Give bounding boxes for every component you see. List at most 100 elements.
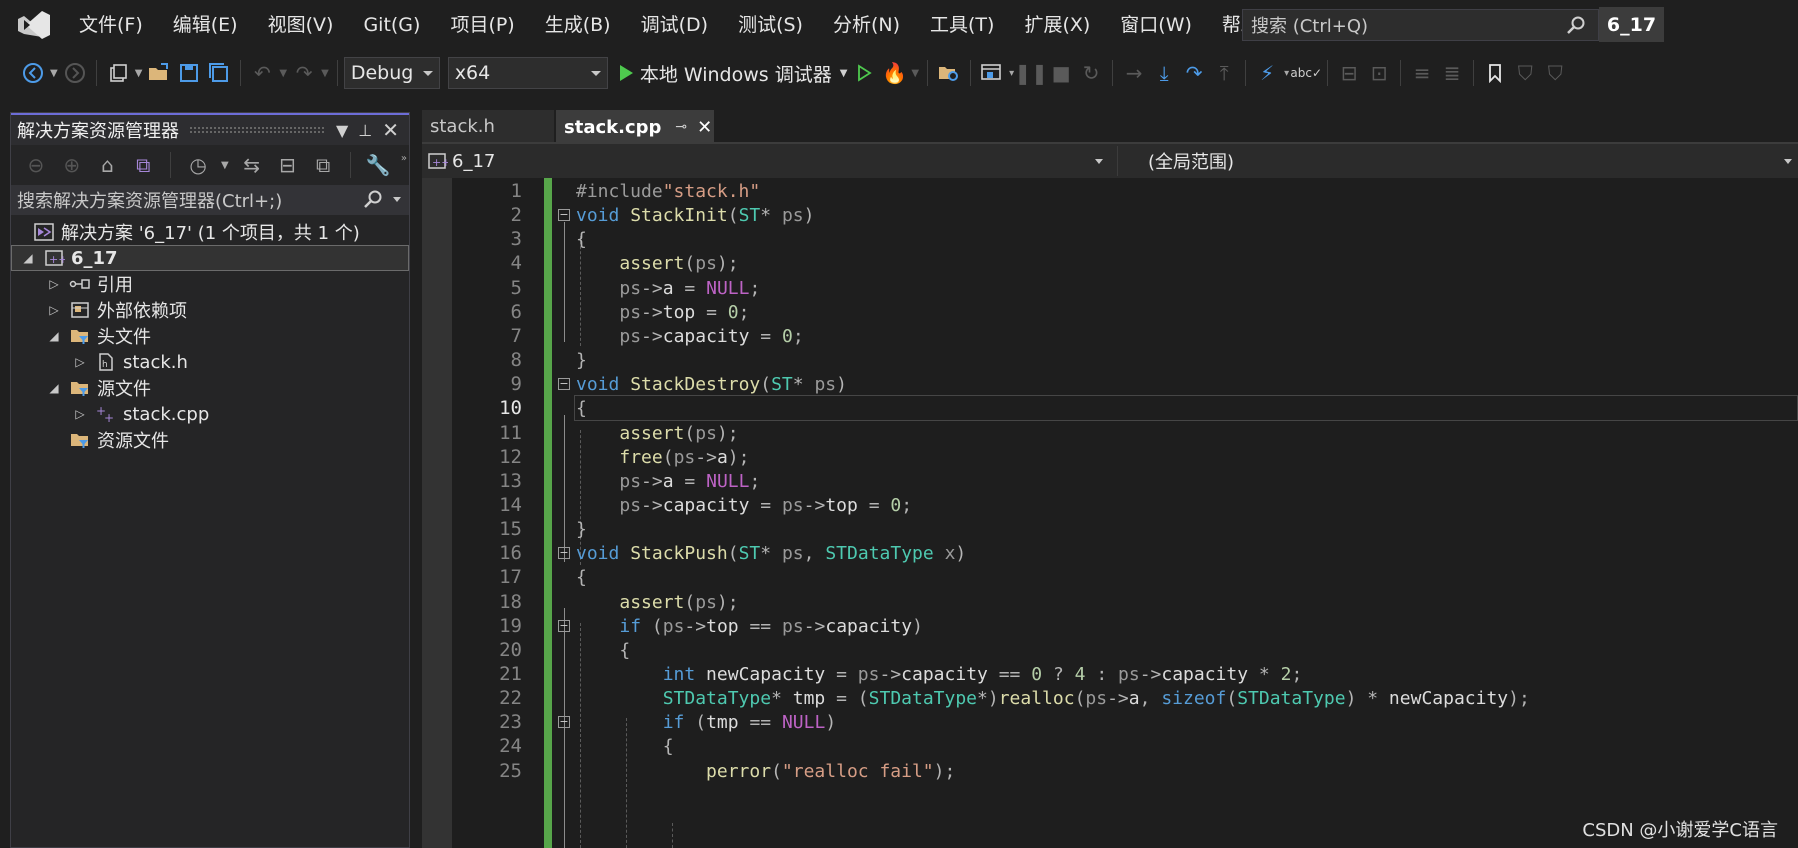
hot-reload-dropdown-icon[interactable]: ▼ bbox=[911, 68, 919, 79]
panel-grip[interactable] bbox=[189, 126, 324, 134]
start-debugging-button[interactable]: 本地 Windows 调试器 bbox=[616, 60, 832, 87]
menu-extensions[interactable]: 扩展(X) bbox=[1009, 0, 1105, 50]
properties-wrench-icon[interactable]: 🔧 bbox=[363, 150, 393, 180]
filter-dropdown-icon[interactable]: ▼ bbox=[221, 160, 229, 171]
collapse-arrow-icon[interactable]: ◢ bbox=[47, 329, 61, 343]
diagnostic-tools-dropdown-icon[interactable]: ▾ bbox=[1284, 68, 1289, 79]
line-number: 13 bbox=[499, 469, 522, 492]
step-into-icon[interactable]: ⤓ bbox=[1149, 58, 1179, 88]
collapse-arrow-icon[interactable]: ◢ bbox=[47, 381, 61, 395]
diagnostic-tools-icon[interactable]: ⚡ bbox=[1252, 58, 1282, 88]
new-project-dropdown-icon[interactable]: ▼ bbox=[135, 68, 143, 79]
tree-node-label: 6_17 bbox=[71, 247, 118, 269]
show-all-files-icon[interactable]: ⧉ bbox=[308, 150, 338, 180]
tree-node-references[interactable]: ▷ 引用 bbox=[11, 271, 409, 297]
menu-analyze[interactable]: 分析(N) bbox=[818, 0, 915, 50]
tab-stack-h[interactable]: stack.h bbox=[422, 110, 554, 142]
expand-arrow-icon[interactable]: ▷ bbox=[73, 407, 87, 421]
step-over-icon[interactable]: ↷ bbox=[1179, 58, 1209, 88]
menu-test[interactable]: 测试(S) bbox=[723, 0, 818, 50]
previous-bookmark-icon[interactable]: ⛉ bbox=[1510, 58, 1540, 88]
global-search-input[interactable]: 搜索 (Ctrl+Q) bbox=[1242, 9, 1599, 41]
code-line[interactable]: 25 perror("realloc fail"); bbox=[422, 758, 1798, 786]
platform-select[interactable]: x64 bbox=[447, 57, 608, 89]
menu-build[interactable]: 生成(B) bbox=[530, 0, 626, 50]
new-project-icon[interactable] bbox=[103, 58, 133, 88]
navigate-forward-icon[interactable] bbox=[60, 58, 90, 88]
tree-node-stack-cpp[interactable]: ▷ + + stack.cpp bbox=[11, 401, 409, 427]
forward-icon[interactable]: ⊕ bbox=[57, 150, 87, 180]
solution-explorer-search-input[interactable]: 搜索解决方案资源管理器(Ctrl+;) bbox=[11, 185, 409, 215]
window-position-dropdown-icon[interactable]: ▼ bbox=[336, 121, 348, 140]
stop-icon[interactable]: ■ bbox=[1046, 58, 1076, 88]
tree-node-source-files[interactable]: ◢ 源文件 bbox=[11, 375, 409, 401]
navigate-back-icon[interactable] bbox=[18, 58, 48, 88]
find-in-files-icon[interactable] bbox=[934, 58, 964, 88]
configuration-select[interactable]: Debug bbox=[343, 57, 440, 89]
uncomment-lines-icon[interactable]: ⊡ bbox=[1364, 58, 1394, 88]
expand-arrow-icon[interactable]: ▷ bbox=[47, 277, 61, 291]
pause-icon[interactable]: ❚❚ bbox=[1014, 58, 1048, 88]
browser-link-icon[interactable] bbox=[977, 58, 1007, 88]
spell-check-icon[interactable]: abc✓ bbox=[1290, 58, 1322, 88]
decrease-indent-icon[interactable]: ≡ bbox=[1407, 58, 1437, 88]
project-scope-select[interactable]: ++ 6_17 bbox=[426, 146, 1111, 176]
navigate-back-dropdown-icon[interactable]: ▼ bbox=[50, 68, 58, 79]
code-editor[interactable]: 1 #include"stack.h" 2− void StackInit(ST* p… bbox=[422, 178, 1798, 848]
bookmark-icon[interactable] bbox=[1480, 58, 1510, 88]
tree-node-stack-h[interactable]: ▷ h stack.h bbox=[11, 349, 409, 375]
more-options-icon[interactable]: » bbox=[401, 153, 407, 164]
collapse-region-icon[interactable]: − bbox=[558, 209, 570, 222]
tree-node-project[interactable]: ◢ ++ 6_17 bbox=[11, 245, 409, 271]
step-out-icon[interactable]: ⤒ bbox=[1209, 58, 1239, 88]
menu-debug[interactable]: 调试(D) bbox=[626, 0, 723, 50]
redo-dropdown-icon[interactable]: ▼ bbox=[321, 68, 329, 79]
show-next-statement-icon[interactable]: → bbox=[1119, 58, 1149, 88]
pin-icon[interactable]: ⊥ bbox=[358, 121, 372, 140]
menu-window[interactable]: 窗口(W) bbox=[1105, 0, 1207, 50]
tab-stack-cpp[interactable]: stack.cpp ⊸ ✕ bbox=[556, 110, 714, 142]
collapse-region-icon[interactable]: − bbox=[558, 378, 570, 391]
menu-git[interactable]: Git(G) bbox=[348, 0, 435, 50]
browser-link-dropdown-icon[interactable]: ▾ bbox=[1009, 68, 1014, 79]
menu-edit[interactable]: 编辑(E) bbox=[158, 0, 253, 50]
menu-tools[interactable]: 工具(T) bbox=[915, 0, 1009, 50]
collapse-region-icon[interactable]: − bbox=[558, 619, 570, 632]
menu-project[interactable]: 项目(P) bbox=[435, 0, 529, 50]
collapse-region-icon[interactable]: − bbox=[558, 547, 570, 560]
undo-icon[interactable]: ↶ bbox=[247, 58, 277, 88]
redo-icon[interactable]: ↷ bbox=[289, 58, 319, 88]
comment-lines-icon[interactable]: ⊟ bbox=[1334, 58, 1364, 88]
restart-icon[interactable]: ↻ bbox=[1076, 58, 1106, 88]
switch-views-icon[interactable]: ⧉ bbox=[128, 150, 158, 180]
hot-reload-icon[interactable]: 🔥 bbox=[879, 58, 909, 88]
save-icon[interactable] bbox=[174, 58, 204, 88]
collapse-all-icon[interactable]: ⊟ bbox=[272, 150, 302, 180]
search-options-dropdown-icon[interactable] bbox=[393, 197, 401, 202]
tree-node-external-dependencies[interactable]: ▷ 外部依赖项 bbox=[11, 297, 409, 323]
back-icon[interactable]: ⊖ bbox=[21, 150, 51, 180]
member-scope-select[interactable]: (全局范围) bbox=[1117, 146, 1794, 176]
open-folder-icon[interactable] bbox=[144, 58, 174, 88]
run-target-dropdown-icon[interactable]: ▼ bbox=[840, 68, 848, 79]
pin-tab-icon[interactable]: ⊸ bbox=[675, 119, 687, 135]
undo-dropdown-icon[interactable]: ▼ bbox=[279, 68, 287, 79]
tree-node-header-files[interactable]: ◢ 头文件 bbox=[11, 323, 409, 349]
start-without-debugging-icon[interactable] bbox=[849, 58, 879, 88]
save-all-icon[interactable] bbox=[204, 58, 234, 88]
menu-view[interactable]: 视图(V) bbox=[253, 0, 349, 50]
tree-node-solution[interactable]: 解决方案 '6_17' (1 个项目，共 1 个) bbox=[11, 219, 409, 245]
expand-arrow-icon[interactable]: ▷ bbox=[47, 303, 61, 317]
collapse-arrow-icon[interactable]: ◢ bbox=[21, 251, 35, 265]
close-icon[interactable]: ✕ bbox=[382, 118, 399, 142]
menu-file[interactable]: 文件(F) bbox=[64, 0, 158, 50]
pending-changes-filter-icon[interactable]: ◷ bbox=[183, 150, 213, 180]
sync-with-active-document-icon[interactable]: ⇆ bbox=[237, 150, 267, 180]
tree-node-resource-files[interactable]: 资源文件 bbox=[11, 427, 409, 453]
next-bookmark-icon[interactable]: ⛉ bbox=[1540, 58, 1570, 88]
collapse-region-icon[interactable]: − bbox=[558, 716, 570, 729]
increase-indent-icon[interactable]: ≣ bbox=[1437, 58, 1467, 88]
home-icon[interactable]: ⌂ bbox=[93, 150, 123, 180]
close-tab-icon[interactable]: ✕ bbox=[697, 117, 712, 138]
expand-arrow-icon[interactable]: ▷ bbox=[73, 355, 87, 369]
